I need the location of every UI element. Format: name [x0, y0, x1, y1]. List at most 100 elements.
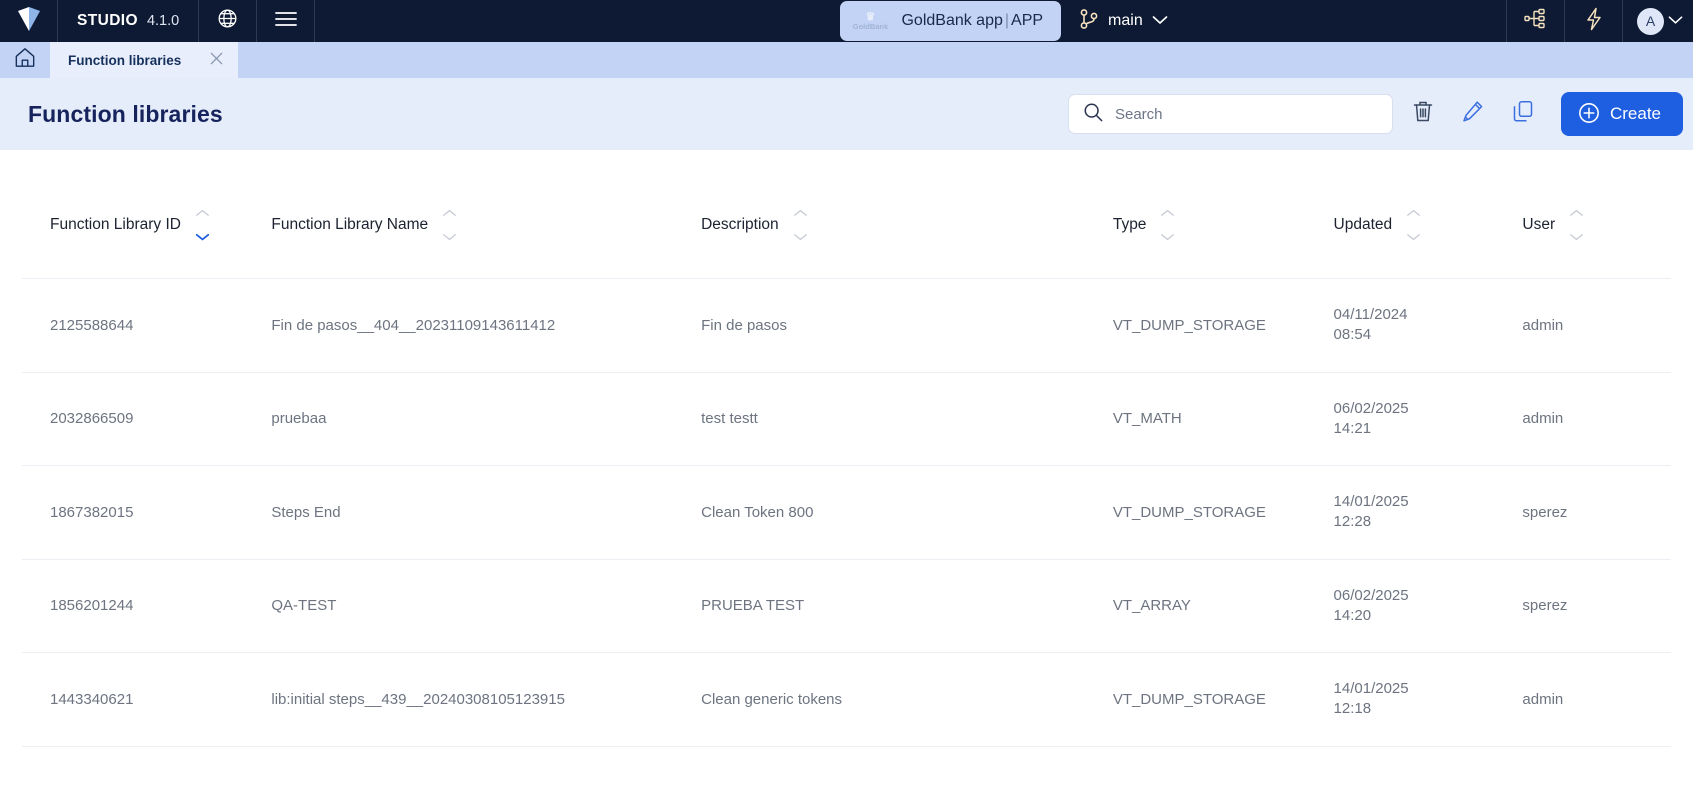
current-app-chip[interactable]: ♛ GoldBank GoldBank app|APP [840, 1, 1061, 41]
sort-control-function-library-name[interactable] [442, 204, 457, 246]
table-header: Function Library ID Functio [22, 170, 1671, 279]
updated-date: 14/01/2025 [1334, 492, 1523, 512]
chevron-up-icon[interactable] [793, 204, 808, 222]
avatar: A [1637, 8, 1664, 35]
column-label: User [1522, 216, 1555, 234]
column-header-function-library-id[interactable]: Function Library ID [22, 170, 271, 279]
delete-button[interactable] [1403, 94, 1443, 134]
updated-time: 12:28 [1334, 512, 1523, 532]
cell-updated: 06/02/2025 14:21 [1334, 372, 1523, 466]
search-box[interactable] [1068, 94, 1393, 134]
studio-product-label: STUDIO 4.1.0 [58, 0, 199, 42]
hamburger-menu-icon [274, 10, 298, 33]
sort-control-description[interactable] [793, 204, 808, 246]
globe-icon [217, 8, 238, 34]
cell-function-library-name: Fin de pasos__404__20231109143611412 [271, 279, 701, 373]
product-version: 4.1.0 [147, 13, 179, 29]
table-row[interactable]: 1443340621 lib:initial steps__439__20240… [22, 653, 1671, 747]
chevron-down-icon[interactable] [442, 228, 457, 246]
product-name: STUDIO [77, 12, 138, 30]
sort-control-user[interactable] [1569, 204, 1584, 246]
chevron-down-icon [1152, 12, 1168, 30]
plus-circle-icon [1578, 102, 1600, 127]
chevron-down-icon[interactable] [1160, 228, 1175, 246]
updated-time: 14:20 [1334, 606, 1523, 626]
column-header-type[interactable]: Type [1113, 170, 1334, 279]
cell-function-library-id: 1443340621 [22, 653, 271, 747]
column-label: Description [701, 216, 779, 234]
updated-date: 06/02/2025 [1334, 586, 1523, 606]
cell-function-library-id: 1867382015 [22, 466, 271, 560]
cell-user: admin [1522, 653, 1671, 747]
duplicate-button[interactable] [1503, 94, 1543, 134]
sitemap-icon [1524, 8, 1548, 35]
table-row[interactable]: 1856201244 QA-TEST PRUEBA TEST VT_ARRAY … [22, 559, 1671, 653]
chevron-down-icon[interactable] [793, 228, 808, 246]
column-label: Function Library Name [271, 216, 428, 234]
sort-control-updated[interactable] [1406, 204, 1421, 246]
cell-function-library-name: QA-TEST [271, 559, 701, 653]
search-icon [1083, 102, 1103, 127]
branch-selector[interactable]: main [1079, 8, 1168, 35]
chevron-up-icon[interactable] [1160, 204, 1175, 222]
chevron-up-icon[interactable] [442, 204, 457, 222]
main-menu-button[interactable] [257, 0, 315, 42]
close-icon[interactable] [209, 51, 224, 70]
updated-date: 04/11/2024 [1334, 305, 1523, 325]
cell-function-library-id: 1856201244 [22, 559, 271, 653]
top-navigation-bar: STUDIO 4.1.0 ♛ GoldBank [0, 0, 1693, 42]
home-icon [14, 47, 36, 73]
column-header-description[interactable]: Description [701, 170, 1113, 279]
create-button[interactable]: Create [1561, 92, 1683, 136]
updated-time: 12:18 [1334, 699, 1523, 719]
chevron-down-icon[interactable] [1406, 228, 1421, 246]
table-row[interactable]: 2032866509 pruebaa test testt VT_MATH 06… [22, 372, 1671, 466]
cell-type: VT_MATH [1113, 372, 1334, 466]
quick-actions-button[interactable] [1564, 0, 1622, 42]
cell-updated: 14/01/2025 12:28 [1334, 466, 1523, 560]
table-row[interactable]: 2125588644 Fin de pasos__404__2023110914… [22, 279, 1671, 373]
column-label: Type [1113, 216, 1147, 234]
hierarchy-button[interactable] [1506, 0, 1564, 42]
language-button[interactable] [199, 0, 257, 42]
cell-description: Fin de pasos [701, 279, 1113, 373]
column-header-function-library-name[interactable]: Function Library Name [271, 170, 701, 279]
updated-time: 08:54 [1334, 325, 1523, 345]
branch-name: main [1108, 12, 1143, 30]
chevron-up-icon[interactable] [195, 204, 210, 222]
chevron-up-icon[interactable] [1406, 204, 1421, 222]
column-header-updated[interactable]: Updated [1334, 170, 1523, 279]
cell-type: VT_DUMP_STORAGE [1113, 653, 1334, 747]
tab-function-libraries[interactable]: Function libraries [50, 42, 238, 78]
table-row[interactable]: 1867382015 Steps End Clean Token 800 VT_… [22, 466, 1671, 560]
table-body: 2125588644 Fin de pasos__404__2023110914… [22, 279, 1671, 747]
app-logo[interactable] [0, 0, 58, 42]
updated-date: 14/01/2025 [1334, 679, 1523, 699]
cell-type: VT_DUMP_STORAGE [1113, 279, 1334, 373]
cell-type: VT_ARRAY [1113, 559, 1334, 653]
cell-function-library-id: 2125588644 [22, 279, 271, 373]
vertex-logo-icon [17, 6, 41, 37]
app-kind: APP [1011, 12, 1043, 29]
page-title: Function libraries [28, 101, 223, 128]
cell-description: test testt [701, 372, 1113, 466]
tab-strip: Function libraries [0, 42, 1693, 78]
page-header-actions: Create [1068, 92, 1683, 136]
search-input[interactable] [1115, 106, 1378, 123]
column-header-user[interactable]: User [1522, 170, 1671, 279]
home-tab-button[interactable] [0, 42, 50, 78]
cell-updated: 04/11/2024 08:54 [1334, 279, 1523, 373]
cell-type: VT_DUMP_STORAGE [1113, 466, 1334, 560]
pencil-icon [1462, 100, 1484, 128]
chevron-down-icon[interactable] [195, 228, 210, 246]
chevron-up-icon[interactable] [1569, 204, 1584, 222]
chevron-down-icon [1668, 12, 1683, 30]
user-menu[interactable]: A [1622, 0, 1693, 42]
chevron-down-icon[interactable] [1569, 228, 1584, 246]
column-label: Updated [1334, 216, 1393, 234]
page-header: Function libraries [0, 78, 1693, 150]
sort-control-function-library-id[interactable] [195, 204, 210, 246]
edit-button[interactable] [1453, 94, 1493, 134]
sort-control-type[interactable] [1160, 204, 1175, 246]
cell-description: PRUEBA TEST [701, 559, 1113, 653]
